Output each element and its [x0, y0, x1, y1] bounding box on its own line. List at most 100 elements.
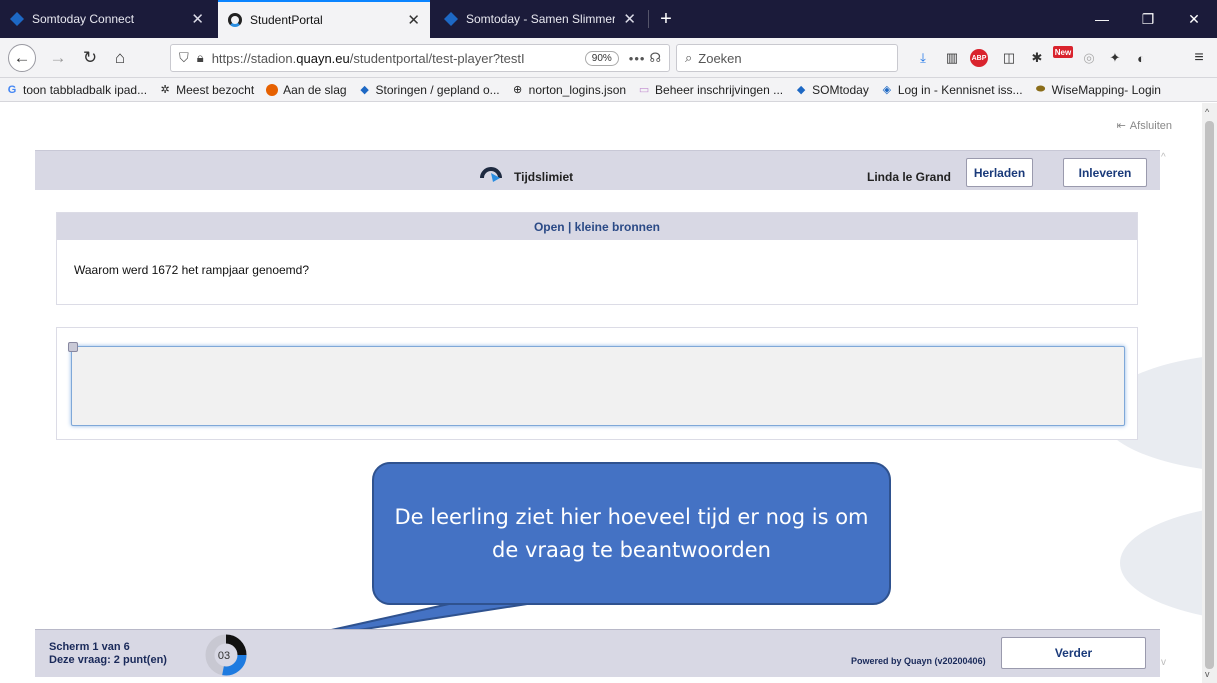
- menu-icon[interactable]: ≡: [1190, 49, 1208, 67]
- minimize-button[interactable]: —: [1079, 0, 1125, 38]
- question-text: Waarom werd 1672 het rampjaar genoemd?: [74, 263, 310, 277]
- forward-button[interactable]: →: [44, 44, 72, 72]
- reload-button[interactable]: ↻: [76, 44, 104, 72]
- chevron-down-icon[interactable]: v: [1161, 657, 1166, 668]
- powered-by: Powered by Quayn (v20200406): [851, 656, 986, 666]
- back-button[interactable]: ←: [8, 44, 36, 72]
- download-icon[interactable]: ⤓: [914, 49, 932, 67]
- scrollbar-thumb[interactable]: [1205, 121, 1214, 669]
- new-extension-icon[interactable]: New: [1053, 46, 1073, 58]
- bookmark-label: Storingen / gepland o...: [375, 82, 500, 97]
- url-domain: quayn.eu: [296, 50, 350, 66]
- tab-somtoday-connect[interactable]: Somtoday Connect ✕: [0, 0, 214, 38]
- zoom-level[interactable]: 90%: [584, 50, 619, 66]
- bookmark-item[interactable]: ⬬ WiseMapping- Login: [1035, 83, 1161, 97]
- close-window-button[interactable]: ✕: [1171, 0, 1217, 38]
- submit-test-button[interactable]: Inleveren: [1063, 158, 1147, 187]
- bookmark-label: Log in - Kennisnet iss...: [897, 82, 1023, 97]
- bookmark-item[interactable]: Gtoon tabbladbalk ipad...: [6, 83, 147, 97]
- chevron-down-icon[interactable]: v: [1205, 669, 1210, 679]
- bookmark-item[interactable]: ✲ Meest bezocht: [159, 82, 255, 97]
- sidebar-icon[interactable]: ◫: [1000, 49, 1018, 67]
- url-prefix: https://stadion.: [211, 50, 297, 66]
- library-icon[interactable]: ▥: [943, 49, 961, 67]
- bookmark-label: norton_logins.json: [528, 82, 627, 97]
- reload-page-button[interactable]: Herladen: [966, 158, 1033, 187]
- page-scrollbar[interactable]: ^ v: [1202, 103, 1217, 683]
- tab-title: StudentPortal: [250, 13, 323, 27]
- tab-strip: Somtoday Connect ✕ StudentPortal ✕ Somto…: [0, 0, 1217, 38]
- gear-icon: ✲: [160, 84, 170, 96]
- quayn-extension-icon[interactable]: ◐: [1132, 49, 1150, 67]
- screen-counter: Scherm 1 van 6: [49, 641, 130, 653]
- globe-icon: ⊕: [513, 84, 523, 96]
- bookmarks-bar: Gtoon tabbladbalk ipad... ✲ Meest bezocht…: [0, 78, 1217, 102]
- somtoday-icon: ◆: [796, 84, 806, 96]
- url-text: https://stadion.quayn.eu/studentportal/t…: [212, 51, 579, 66]
- google-icon: G: [7, 83, 17, 96]
- tab-title: Somtoday Connect: [32, 12, 135, 26]
- somtoday-icon: ◆: [360, 84, 369, 96]
- bookmark-item[interactable]: ◆ SOMtoday: [795, 83, 869, 97]
- somtoday-icon: [444, 12, 458, 26]
- bookmark-label: Aan de slag: [283, 82, 347, 97]
- wisemapping-icon: ⬬: [1035, 83, 1046, 95]
- extension-icon-2[interactable]: ✦: [1106, 49, 1124, 67]
- somtoday-icon: [10, 12, 24, 26]
- pocket-icon[interactable]: ☊: [649, 50, 661, 66]
- close-icon[interactable]: ✕: [191, 10, 204, 28]
- timer-value: 03: [218, 650, 230, 662]
- student-name: Linda le Grand: [867, 170, 952, 184]
- search-bar[interactable]: ⌕ Zoeken: [676, 44, 898, 72]
- next-button[interactable]: Verder: [1001, 637, 1146, 669]
- bookmark-label: toon tabbladbalk ipad...: [23, 82, 148, 97]
- afsluiten-link[interactable]: ⇤ Afsluiten: [1117, 119, 1172, 133]
- home-button[interactable]: ⌂: [106, 44, 134, 72]
- tab-separator: [648, 10, 649, 28]
- bookmark-label: Meest bezocht: [176, 82, 255, 97]
- url-path: /studentportal/test-player?testI: [349, 50, 525, 66]
- answer-panel: [56, 327, 1138, 440]
- bookmark-item[interactable]: ◈ Log in - Kennisnet iss...: [881, 83, 1023, 97]
- new-tab-button[interactable]: +: [652, 0, 680, 38]
- url-bar[interactable]: ⛉ 🔒︎ https://stadion.quayn.eu/studentpor…: [170, 44, 670, 72]
- screen-info: Scherm 1 van 6 Deze vraag: 2 punt(en): [49, 641, 167, 667]
- kennisnet-icon: ◈: [882, 84, 892, 96]
- restore-button[interactable]: ❐: [1125, 0, 1171, 38]
- page-actions-menu[interactable]: •••: [629, 51, 646, 66]
- question-points: Deze vraag: 2 punt(en): [49, 654, 167, 666]
- shield-icon[interactable]: ⛉: [179, 50, 189, 66]
- close-icon[interactable]: ✕: [623, 10, 636, 28]
- time-limit-title: Tijdslimiet: [514, 170, 574, 184]
- timer-icon: 03: [205, 634, 247, 676]
- lock-icon[interactable]: 🔒︎: [197, 50, 204, 66]
- tab-studentportal[interactable]: StudentPortal ✕: [218, 0, 430, 38]
- tab-somtoday-samen[interactable]: Somtoday - Samen Slimmer Or ✕: [434, 0, 646, 38]
- bookmark-item[interactable]: ⊕ norton_logins.json: [512, 83, 626, 97]
- bookmark-item[interactable]: ▭ Beheer inschrijvingen ...: [638, 83, 783, 97]
- adblock-icon[interactable]: ABP: [970, 49, 988, 67]
- bookmark-label: SOMtoday: [812, 82, 869, 97]
- folder-icon: ▭: [638, 84, 650, 96]
- player-header: Tijdslimiet Linda le Grand Herladen Inle…: [35, 150, 1160, 190]
- page-content: ⇤ Afsluiten Tijdslimiet Linda le Grand H…: [0, 103, 1202, 683]
- callout-annotation: De leerling ziet hier hoeveel tijd er no…: [372, 462, 891, 605]
- tab-title: Somtoday - Samen Slimmer Or: [466, 12, 616, 26]
- firefox-icon: [266, 83, 279, 96]
- bookmark-label: Beheer inschrijvingen ...: [655, 82, 784, 97]
- quayn-icon: [228, 13, 242, 27]
- answer-input[interactable]: [71, 346, 1125, 426]
- chevron-up-icon[interactable]: ^: [1161, 152, 1166, 163]
- player-footer: Scherm 1 van 6 Deze vraag: 2 punt(en) 03…: [35, 629, 1160, 677]
- afsluiten-label: Afsluiten: [1129, 119, 1172, 132]
- bookmark-label: WiseMapping- Login: [1051, 82, 1161, 97]
- github-icon[interactable]: ◎: [1080, 49, 1098, 67]
- chevron-up-icon[interactable]: ^: [1205, 107, 1209, 117]
- bookmark-item[interactable]: Aan de slag: [266, 82, 347, 97]
- extension-icon[interactable]: ✱: [1028, 49, 1046, 67]
- search-icon: ⌕: [685, 50, 693, 65]
- content-scrollbar[interactable]: ^ v: [1160, 150, 1174, 670]
- close-icon[interactable]: ✕: [407, 11, 420, 29]
- navigation-bar: ← → ↻ ⌂ ⛉ 🔒︎ https://stadion.quayn.eu/st…: [0, 38, 1217, 78]
- bookmark-item[interactable]: ◆ Storingen / gepland o...: [359, 82, 500, 97]
